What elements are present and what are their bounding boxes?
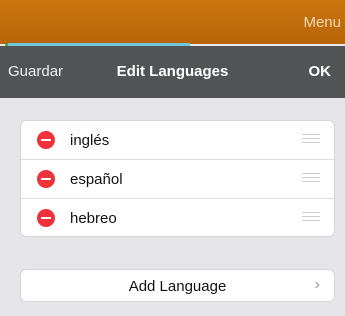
delete-icon[interactable] (37, 209, 55, 227)
add-language-button[interactable]: Add Language › (20, 269, 335, 302)
list-item: inglés (21, 121, 334, 160)
drag-handle-icon[interactable] (302, 212, 320, 223)
drag-handle-icon[interactable] (302, 134, 320, 145)
list-item: hebreo (21, 199, 334, 236)
language-label: español (70, 171, 123, 188)
chevron-right-icon: › (314, 276, 320, 293)
menu-button[interactable]: Menu (303, 14, 341, 31)
language-label: hebreo (70, 210, 117, 227)
nav-header: Guardar Edit Languages OK (0, 46, 345, 98)
delete-icon[interactable] (37, 131, 55, 149)
language-label: inglés (70, 132, 110, 149)
delete-icon[interactable] (37, 170, 55, 188)
language-list: inglés español hebreo (20, 120, 335, 237)
page-title: Edit Languages (116, 63, 229, 80)
content-area: inglés español hebreo Add Language › (0, 98, 345, 316)
list-item: español (21, 160, 334, 199)
add-language-label: Add Language (128, 278, 227, 295)
ok-button[interactable]: OK (309, 63, 332, 80)
drag-handle-icon[interactable] (302, 173, 320, 184)
app-bar: Menu (0, 0, 345, 44)
